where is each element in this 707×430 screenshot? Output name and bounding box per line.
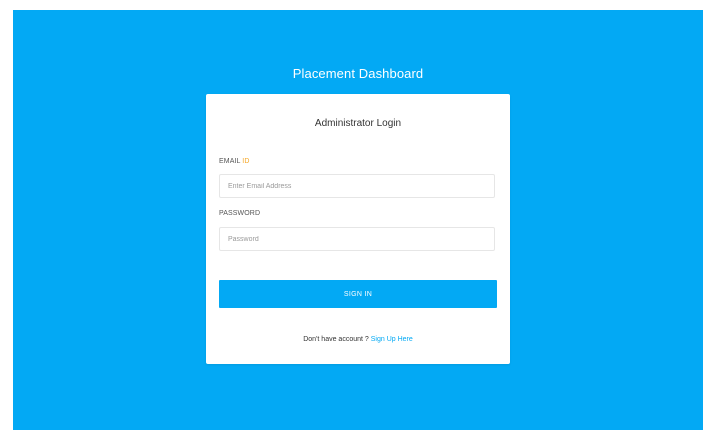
sign-in-button[interactable]: SIGN IN	[219, 280, 497, 308]
password-label: PASSWORD	[219, 210, 261, 217]
email-field[interactable]	[219, 174, 495, 198]
sign-up-link[interactable]: Sign Up Here	[371, 336, 413, 343]
login-card: Administrator Login EMAIL ID PASSWORD SI…	[206, 94, 510, 364]
signup-prompt: Don't have account ?	[303, 336, 371, 343]
login-card-title: Administrator Login	[314, 118, 402, 129]
email-label: EMAIL ID	[219, 158, 250, 165]
signup-row: Don't have account ? Sign Up Here	[206, 336, 510, 343]
email-label-text: EMAIL	[219, 158, 243, 165]
password-field[interactable]	[219, 227, 495, 251]
email-label-accent: ID	[242, 158, 250, 165]
app-title: Placement Dashboard	[292, 66, 424, 81]
page-background: Placement Dashboard Administrator Login …	[13, 10, 703, 430]
